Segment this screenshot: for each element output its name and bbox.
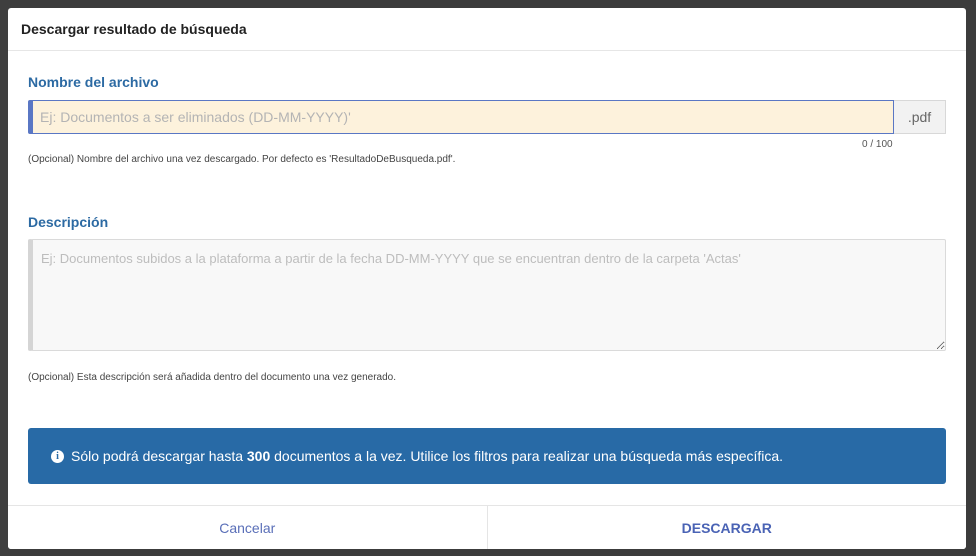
- description-textarea[interactable]: [28, 239, 946, 351]
- banner-limit: 300: [246, 448, 271, 464]
- download-limit-banner: i Sólo podrá descargar hasta 300 documen…: [28, 428, 946, 484]
- description-help-text: (Opcional) Esta descripción será añadida…: [28, 372, 397, 383]
- banner-text-after: documentos a la vez. Utilice los filtros…: [270, 448, 784, 464]
- filename-extension-addon: .pdf: [894, 100, 946, 134]
- download-button[interactable]: DESCARGAR: [487, 506, 966, 549]
- dialog-title: Descargar resultado de búsqueda: [21, 21, 247, 37]
- filename-help-text: (Opcional) Nombre del archivo una vez de…: [28, 154, 456, 165]
- filename-row: .pdf: [28, 100, 946, 134]
- dialog-footer: Cancelar DESCARGAR: [8, 505, 966, 549]
- filename-label: Nombre del archivo: [28, 74, 159, 90]
- filename-char-counter: 0 / 100: [862, 139, 893, 150]
- info-icon: i: [51, 449, 64, 463]
- dialog-header: Descargar resultado de búsqueda: [8, 8, 966, 51]
- banner-text: Sólo podrá descargar hasta 300 documento…: [71, 448, 783, 464]
- cancel-button[interactable]: Cancelar: [8, 506, 488, 549]
- filename-input[interactable]: [28, 100, 894, 134]
- description-label: Descripción: [28, 214, 109, 230]
- download-dialog: Descargar resultado de búsqueda Nombre d…: [8, 8, 966, 549]
- banner-text-before: Sólo podrá descargar hasta: [71, 448, 247, 464]
